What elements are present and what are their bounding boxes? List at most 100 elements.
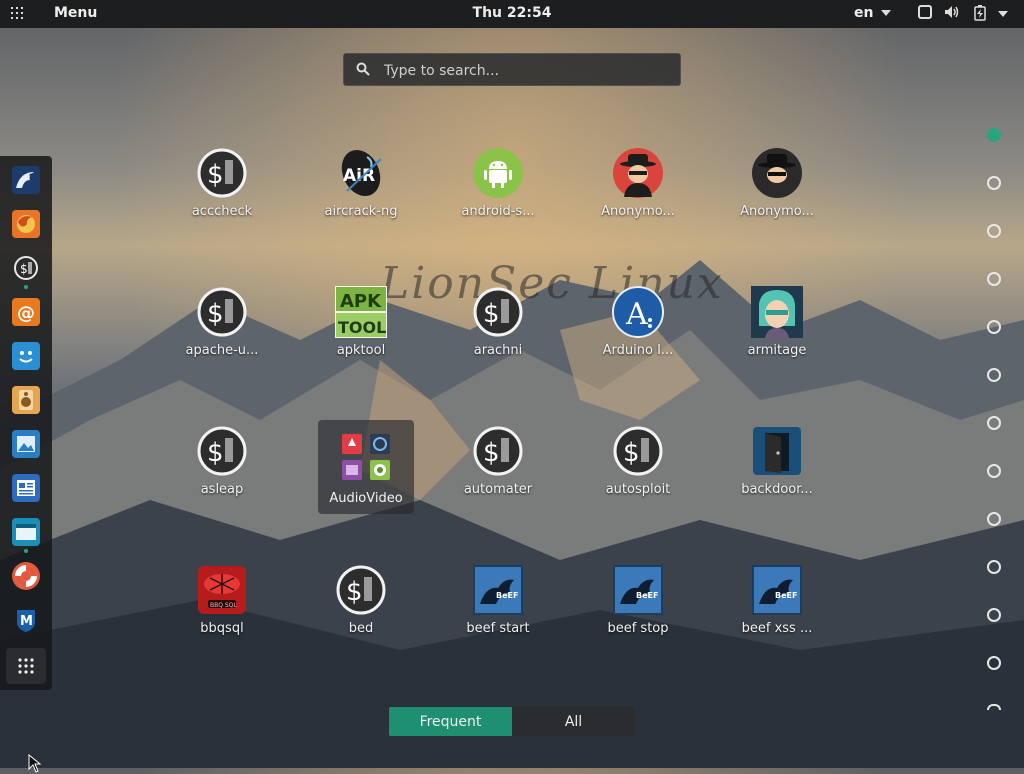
app-bed[interactable]: $ bed	[306, 564, 416, 636]
app-anonymous-2[interactable]: Anonymo...	[722, 147, 832, 219]
dollar-terminal-icon: $	[613, 426, 663, 476]
search-input[interactable]	[382, 54, 676, 87]
smiley-icon	[19, 351, 33, 363]
page-dot[interactable]	[987, 176, 1001, 190]
dock-speaker[interactable]	[12, 386, 40, 414]
metasploit-icon: M	[17, 610, 35, 632]
dock-smiley[interactable]	[12, 342, 40, 370]
wallpaper	[0, 260, 1024, 768]
svg-text:A: A	[625, 297, 648, 332]
app-label: beef stop	[607, 621, 669, 636]
page-dot[interactable]	[987, 320, 1001, 334]
app-automater[interactable]: $ automater	[443, 425, 553, 497]
app-backdoor-factory[interactable]: backdoor...	[722, 425, 832, 497]
app-apktool[interactable]: APK TOOL apktool	[306, 286, 416, 358]
page-dot[interactable]	[987, 512, 1001, 526]
app-aircrack-ng[interactable]: AiR aircrack-ng	[306, 147, 416, 219]
dash-dock: $ @ M	[0, 156, 52, 690]
app-beef-xss[interactable]: BeEF beef xss ...	[722, 564, 832, 636]
search-box[interactable]	[343, 53, 681, 87]
page-dot[interactable]	[987, 608, 1001, 622]
svg-text:BeEF: BeEF	[775, 591, 797, 600]
app-label: Anonymo...	[601, 204, 675, 219]
page-dot[interactable]	[987, 656, 1001, 670]
arduino-icon: A	[612, 286, 664, 338]
app-label: Anonymo...	[740, 204, 814, 219]
dock-dollar-app[interactable]: $	[12, 254, 40, 282]
dock-kali-dragon[interactable]	[12, 166, 40, 194]
app-anonymous-1[interactable]: Anonymo...	[583, 147, 693, 219]
apktool-icon: APK TOOL	[335, 286, 387, 338]
dock-metasploit[interactable]: M	[12, 606, 40, 634]
app-beef-start[interactable]: BeEF beef start	[443, 564, 553, 636]
svg-text:$: $	[623, 438, 640, 468]
tab-all[interactable]: All	[512, 707, 635, 736]
page-dot[interactable]	[987, 416, 1001, 430]
folder-icon	[342, 434, 390, 480]
app-armitage[interactable]: armitage	[722, 286, 832, 358]
dock-window[interactable]	[12, 518, 40, 546]
dock-firefox[interactable]	[12, 210, 40, 238]
app-autosploit[interactable]: $ autosploit	[583, 425, 693, 497]
backdoor-icon	[753, 427, 801, 475]
svg-text:BeEF: BeEF	[636, 591, 658, 600]
app-apache-users[interactable]: $ apache-u...	[167, 286, 277, 358]
dragon-icon	[16, 172, 34, 188]
power-menu-chevron-icon[interactable]	[998, 10, 1008, 18]
lifebuoy-icon	[15, 565, 37, 587]
app-label: apache-u...	[185, 343, 259, 358]
volume-icon[interactable]	[944, 5, 960, 19]
svg-text:@: @	[17, 303, 35, 324]
app-arduino-ide[interactable]: A Arduino I...	[583, 286, 693, 358]
top-bar: Menu Thu 22:54 en	[0, 0, 1024, 28]
aircrack-icon: AiR	[341, 149, 382, 197]
app-label: bbqsql	[200, 621, 244, 636]
page-dot[interactable]	[987, 128, 1001, 142]
app-arachni[interactable]: $ arachni	[443, 286, 553, 358]
speaker-icon	[19, 390, 33, 410]
window-icon	[16, 524, 36, 540]
battery-icon[interactable]	[974, 5, 986, 21]
app-folder-audiovideo[interactable]: AudioVideo	[318, 420, 414, 514]
app-label: armitage	[747, 343, 807, 358]
app-android-sdk[interactable]: android-s...	[443, 147, 553, 219]
android-icon	[473, 148, 523, 198]
running-indicator	[24, 285, 28, 289]
show-apps-icon	[18, 658, 34, 674]
image-icon	[17, 436, 35, 452]
dock-image-viewer[interactable]	[12, 430, 40, 458]
svg-text:$: $	[483, 438, 500, 468]
beef-icon: BeEF	[752, 565, 802, 615]
svg-text:$: $	[207, 438, 224, 468]
page-dot[interactable]	[987, 224, 1001, 238]
dock-help[interactable]	[12, 562, 40, 590]
dollar-terminal-icon: $	[473, 287, 523, 337]
tab-frequent[interactable]: Frequent	[389, 707, 512, 736]
page-dot[interactable]	[987, 464, 1001, 478]
app-label: automater	[463, 482, 533, 497]
page-dot[interactable]	[987, 560, 1001, 574]
page-dot[interactable]	[987, 368, 1001, 382]
document-icon	[17, 480, 35, 496]
show-apps-button[interactable]	[6, 648, 46, 684]
dollar-terminal-icon: $	[197, 426, 247, 476]
page-dot[interactable]	[987, 704, 1001, 710]
dollar-terminal-icon: $	[336, 565, 386, 615]
view-switcher: Frequent All	[389, 707, 635, 736]
app-label: Arduino I...	[602, 343, 674, 358]
svg-text:APK: APK	[340, 291, 382, 312]
svg-text:$: $	[207, 160, 224, 190]
dock-document[interactable]	[12, 474, 40, 502]
beef-icon: BeEF	[613, 565, 663, 615]
app-bbqsql[interactable]: BBQ SQL bbqsql	[167, 564, 277, 636]
app-label: asleap	[200, 482, 244, 497]
app-acccheck[interactable]: $ acccheck	[167, 147, 277, 219]
app-beef-stop[interactable]: BeEF beef stop	[583, 564, 693, 636]
page-dot[interactable]	[987, 272, 1001, 286]
app-label: acccheck	[191, 204, 253, 219]
dock-email[interactable]: @	[12, 298, 40, 326]
language-indicator[interactable]: en	[854, 5, 892, 21]
app-asleap[interactable]: $ asleap	[167, 425, 277, 497]
svg-text:BBQ SQL: BBQ SQL	[210, 602, 237, 609]
screen-icon[interactable]	[918, 5, 932, 19]
